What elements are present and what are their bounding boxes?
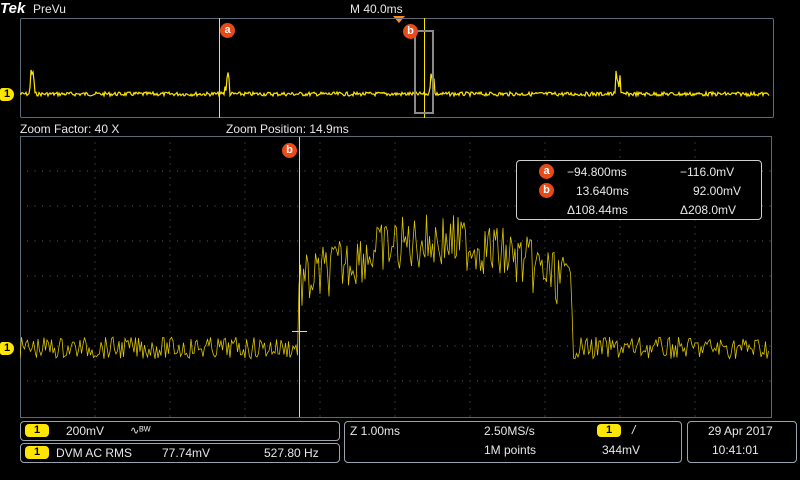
- cursor-a-marker[interactable]: a: [220, 23, 235, 38]
- time-label: 10:41:01: [712, 443, 759, 457]
- bandwidth-limit-icon: ∿ᴮᵂ: [130, 425, 151, 437]
- zoom-window-bracket[interactable]: [414, 30, 434, 114]
- zoom-trace-path: [20, 214, 769, 360]
- zoom-cursor-b-line[interactable]: [299, 137, 300, 417]
- ch1-badge: 1: [25, 424, 49, 437]
- readout-b-icon: b: [539, 183, 554, 198]
- trigger-level: 344mV: [602, 443, 641, 457]
- readout-a-time: −94.800ms: [567, 165, 627, 179]
- date-label: 29 Apr 2017: [708, 424, 773, 438]
- zoom-position-label: Zoom Position: 14.9ms: [226, 122, 349, 136]
- tek-logo: Tek: [0, 0, 26, 17]
- record-length: 1M points: [484, 443, 537, 457]
- readout-b-time: 13.640ms: [576, 184, 629, 198]
- dvm-frequency: 527.80 Hz: [264, 446, 319, 460]
- prevu-label: PreVu: [33, 2, 66, 16]
- horizontal-scale: Z 1.00ms: [350, 424, 401, 438]
- ch1-ground-marker-zoom[interactable]: 1: [0, 342, 14, 355]
- trigger-slope-icon: /: [632, 423, 636, 437]
- ch1-scale: 200mV: [66, 424, 105, 438]
- timebase-label: M 40.0ms: [350, 2, 403, 16]
- readout-b-volt: 92.00mV: [693, 184, 742, 198]
- overview-trace: [20, 69, 770, 99]
- dvm-label: DVM AC RMS: [56, 446, 133, 460]
- cursor-b-marker-zoom[interactable]: b: [282, 143, 297, 158]
- ch1-ground-marker-overview[interactable]: 1: [0, 88, 14, 101]
- cursor-b-marker-overview[interactable]: b: [403, 24, 418, 39]
- overview-trace-path: [20, 69, 770, 99]
- dvm-value: 77.74mV: [162, 446, 211, 460]
- zoom-cursor-b-crosshair: [292, 331, 307, 332]
- zoom-factor-label: Zoom Factor: 40 X: [20, 122, 120, 136]
- dvm-ch1-badge: 1: [25, 446, 49, 459]
- readout-delta-time: Δ108.44ms: [567, 203, 628, 217]
- trigger-source-badge: 1: [597, 424, 621, 437]
- readout-delta-volt: Δ208.0mV: [680, 203, 737, 217]
- readout-a-volt: −116.0mV: [680, 165, 735, 179]
- readout-a-icon: a: [539, 164, 554, 179]
- sample-rate: 2.50MS/s: [484, 424, 535, 438]
